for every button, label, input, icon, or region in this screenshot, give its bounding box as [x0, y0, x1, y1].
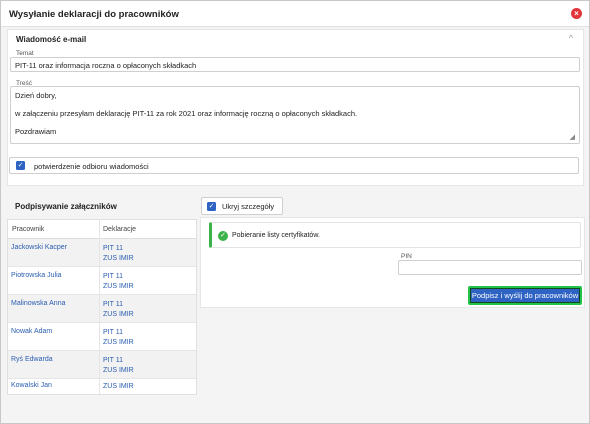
declarations-cell: PIT 11 ZUS IMIR	[103, 272, 134, 292]
table-row: Kowalski Jan ZUS IMIR	[8, 379, 196, 395]
dialog: Wysyłanie deklaracji do pracowników × Wi…	[0, 0, 590, 424]
table-row: Jackowski Kacper PIT 11 ZUS IMIR	[8, 239, 196, 267]
declarations-cell: ZUS IMIR	[103, 382, 134, 392]
dialog-titlebar: Wysyłanie deklaracji do pracowników ×	[1, 1, 589, 27]
alert-text: Pobieranie listy certyfikatów.	[232, 232, 320, 239]
resize-grip-icon[interactable]: ◢	[570, 133, 575, 141]
declaration-link[interactable]: ZUS IMIR	[103, 382, 134, 392]
chevron-up-icon[interactable]: ^	[569, 33, 573, 43]
employees-table: Pracownik Deklaracje Jackowski Kacper PI…	[7, 219, 197, 395]
employee-link[interactable]: Ryś Edwarda	[11, 356, 53, 363]
declaration-link[interactable]: ZUS IMIR	[103, 310, 134, 320]
subject-label: Temat	[16, 50, 34, 57]
table-row: Malinowska Anna PIT 11 ZUS IMIR	[8, 295, 196, 323]
declaration-link[interactable]: PIT 11	[103, 300, 134, 310]
hide-details-label: Ukryj szczegóły	[222, 202, 275, 211]
declarations-cell: PIT 11 ZUS IMIR	[103, 244, 134, 264]
hide-details-checkbox[interactable]: ✓	[207, 202, 216, 211]
declaration-link[interactable]: ZUS IMIR	[103, 338, 134, 348]
table-row: Piotrowska Julia PIT 11 ZUS IMIR	[8, 267, 196, 295]
read-receipt-checkbox[interactable]: ✓	[16, 161, 25, 170]
declarations-cell: PIT 11 ZUS IMIR	[103, 328, 134, 348]
check-circle-icon: ✓	[218, 231, 228, 241]
declaration-link[interactable]: ZUS IMIR	[103, 366, 134, 376]
pin-input[interactable]	[398, 260, 582, 275]
declaration-link[interactable]: PIT 11	[103, 328, 134, 338]
column-header-employee: Pracownik	[8, 220, 99, 239]
dialog-title: Wysyłanie deklaracji do pracowników	[9, 9, 179, 20]
declaration-link[interactable]: PIT 11	[103, 272, 134, 282]
declaration-link[interactable]: PIT 11	[103, 356, 134, 366]
declarations-cell: PIT 11 ZUS IMIR	[103, 356, 134, 376]
pin-label: PIN	[401, 253, 412, 260]
signing-panel: ✓ Pobieranie listy certyfikatów. PIN Pod…	[200, 217, 585, 308]
read-receipt-label: potwierdzenie odbioru wiadomości	[34, 162, 149, 171]
subject-input[interactable]: PIT-11 oraz informacja roczna o opłacony…	[10, 57, 580, 72]
column-divider	[99, 220, 100, 394]
email-section-header[interactable]: Wiadomość e-mail ^	[7, 29, 584, 47]
declarations-cell: PIT 11 ZUS IMIR	[103, 300, 134, 320]
employee-link[interactable]: Jackowski Kacper	[11, 244, 67, 251]
table-row: Nowak Adam PIT 11 ZUS IMIR	[8, 323, 196, 351]
hide-details-toggle[interactable]: ✓ Ukryj szczegóły	[201, 197, 283, 215]
close-icon[interactable]: ×	[571, 8, 582, 19]
body-line: w załączeniu przesyłam deklarację PIT-11…	[15, 109, 358, 118]
employee-link[interactable]: Malinowska Anna	[11, 300, 65, 307]
declaration-link[interactable]: ZUS IMIR	[103, 254, 134, 264]
employee-link[interactable]: Piotrowska Julia	[11, 272, 62, 279]
status-alert: ✓ Pobieranie listy certyfikatów.	[209, 222, 581, 248]
declaration-link[interactable]: PIT 11	[103, 244, 134, 254]
body-textarea[interactable]: Dzień dobry, w załączeniu przesyłam dekl…	[10, 86, 580, 144]
read-receipt-row[interactable]: ✓ potwierdzenie odbioru wiadomości	[9, 157, 579, 174]
body-line: Dzień dobry,	[15, 91, 57, 100]
employee-link[interactable]: Nowak Adam	[11, 328, 52, 335]
signing-section-header: Podpisywanie załączników	[7, 197, 196, 215]
email-section-label: Wiadomość e-mail	[16, 35, 87, 44]
column-header-declarations: Deklaracje	[99, 220, 196, 239]
signing-section-label: Podpisywanie załączników	[15, 202, 117, 211]
table-row: Ryś Edwarda PIT 11 ZUS IMIR	[8, 351, 196, 379]
employee-link[interactable]: Kowalski Jan	[11, 382, 52, 389]
body-line: Pozdrawiam	[15, 127, 57, 136]
sign-and-send-button[interactable]: Podpisz i wyślij do pracowników	[468, 286, 582, 305]
declaration-link[interactable]: ZUS IMIR	[103, 282, 134, 292]
